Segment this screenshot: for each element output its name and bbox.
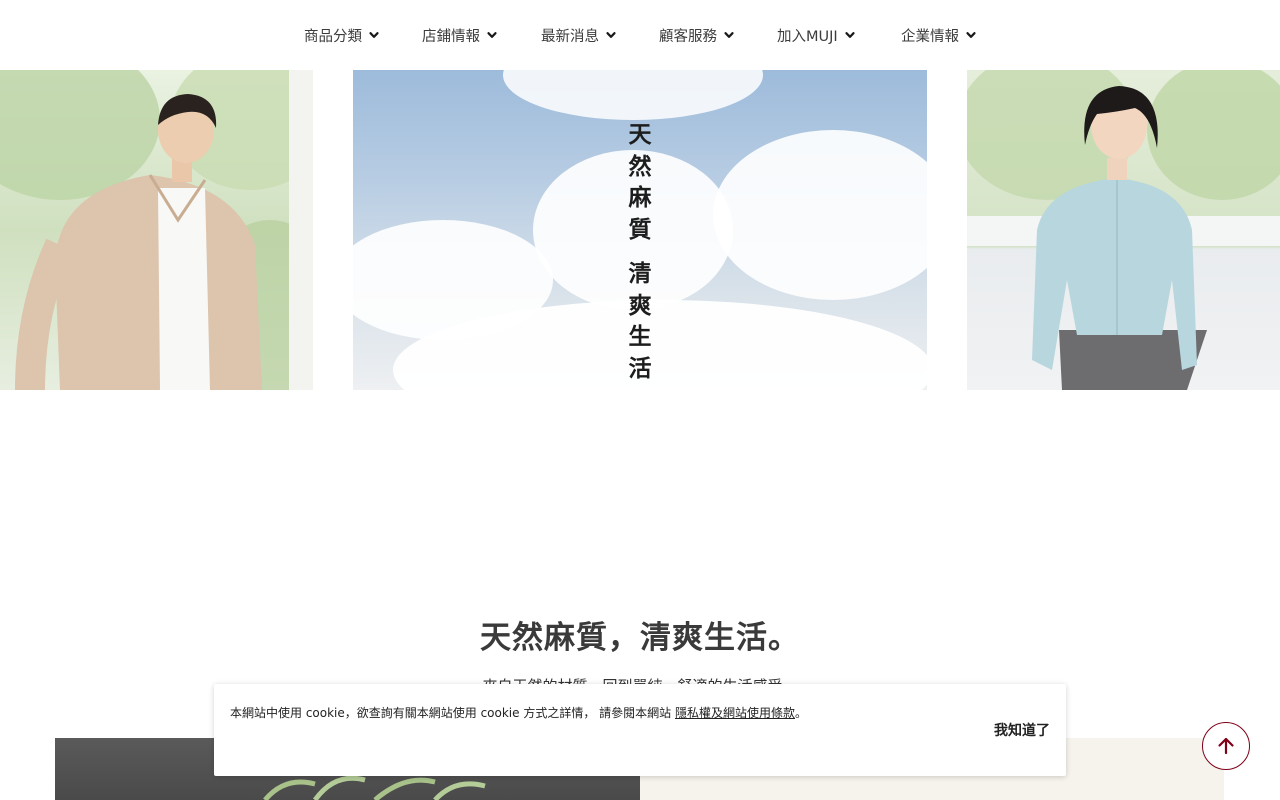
hero-char: 天	[628, 122, 652, 148]
hero-slide-woman[interactable]	[967, 70, 1280, 390]
woman-figure	[1032, 86, 1207, 390]
nav-item-label: 企業情報	[901, 28, 959, 45]
nav-item-label: 加入MUJI	[777, 28, 838, 45]
chevron-down-icon	[723, 29, 735, 41]
cookie-banner: 本網站中使用 cookie，欲查詢有關本網站使用 cookie 方式之詳情， 請…	[214, 684, 1066, 776]
cookie-accept-button[interactable]: 我知道了	[994, 720, 1050, 740]
hero-char: 質	[628, 216, 652, 243]
hero-char: 活	[628, 355, 652, 382]
nav-item-stores[interactable]: 店鋪情報	[422, 24, 498, 46]
nav-item-corporate[interactable]: 企業情報	[901, 24, 977, 46]
hero-char: 清	[628, 261, 652, 287]
hero-slide-sky[interactable]: 天 然 麻 質 清 爽 生 活	[353, 70, 927, 390]
hero-carousel: 天 然 麻 質 清 爽 生 活	[0, 70, 1280, 390]
cookie-text: 本網站中使用 cookie，欲查詢有關本網站使用 cookie 方式之詳情， 請…	[230, 704, 807, 721]
hero-char: 生	[628, 324, 652, 350]
nav-item-products[interactable]: 商品分類	[304, 24, 380, 46]
hero-char: 麻	[628, 185, 652, 211]
cookie-message: 本網站中使用 cookie，欲查詢有關本網站使用 cookie 方式之詳情， 請…	[230, 706, 675, 720]
arrow-up-icon	[1216, 736, 1236, 756]
chevron-down-icon	[965, 29, 977, 41]
chevron-down-icon	[486, 29, 498, 41]
privacy-terms-link[interactable]: 隱私權及網站使用條款	[675, 706, 795, 720]
nav-item-label: 店鋪情報	[422, 28, 480, 45]
nav-item-join[interactable]: 加入MUJI	[777, 24, 856, 46]
hero-char: 爽	[628, 292, 652, 319]
nav-list: 商品分類 店鋪情報 最新消息 顧客服務 加入MUJI 企業情報	[0, 0, 1280, 70]
cloud-shape	[713, 130, 927, 300]
back-to-top-button[interactable]	[1202, 722, 1250, 770]
hero-char: 然	[628, 153, 652, 180]
hero-slide-man[interactable]	[0, 70, 313, 390]
nav-item-label: 顧客服務	[659, 28, 717, 45]
main-nav: 商品分類 店鋪情報 最新消息 顧客服務 加入MUJI 企業情報	[0, 0, 1280, 70]
cloud-shape	[503, 70, 763, 120]
nav-item-service[interactable]: 顧客服務	[659, 24, 735, 46]
nav-item-label: 商品分類	[304, 28, 362, 45]
hero-vertical-text: 天 然 麻 質 清 爽 生 活	[625, 120, 655, 385]
cookie-suffix: 。	[795, 706, 808, 720]
nav-item-label: 最新消息	[541, 28, 599, 45]
chevron-down-icon	[605, 29, 617, 41]
man-figure	[15, 94, 262, 390]
section-title: 天然麻質，清爽生活。	[480, 620, 800, 656]
chevron-down-icon	[844, 29, 856, 41]
chevron-down-icon	[368, 29, 380, 41]
nav-item-news[interactable]: 最新消息	[541, 24, 617, 46]
